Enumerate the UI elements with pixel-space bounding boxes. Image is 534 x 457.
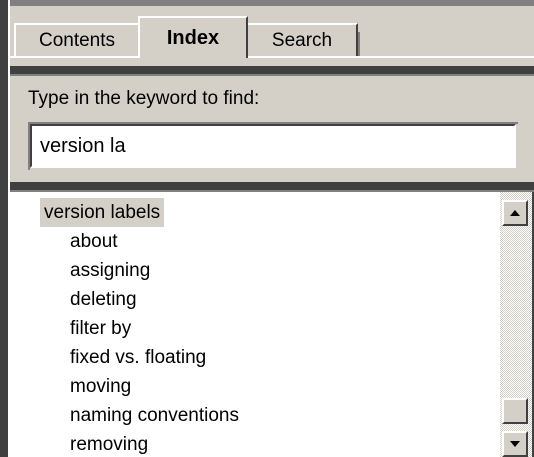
list-item[interactable]: filter by bbox=[70, 314, 131, 343]
list-item[interactable]: removing bbox=[70, 430, 148, 457]
tab-contents[interactable]: Contents bbox=[14, 23, 140, 57]
separator-top-shadow bbox=[10, 74, 534, 76]
top-border bbox=[0, 0, 534, 6]
list-item[interactable]: version labels bbox=[40, 198, 165, 227]
list-item[interactable]: assigning bbox=[70, 256, 150, 285]
tab-search-label: Search bbox=[271, 30, 333, 51]
keyword-input[interactable] bbox=[30, 124, 516, 168]
tab-search[interactable]: Search bbox=[246, 23, 358, 57]
tab-strip-edge bbox=[358, 32, 360, 56]
scroll-down-button[interactable] bbox=[502, 431, 528, 457]
list-item[interactable]: moving bbox=[70, 372, 131, 401]
tab-index[interactable]: Index bbox=[138, 16, 248, 58]
list-item[interactable]: naming conventions bbox=[70, 401, 239, 430]
separator-list bbox=[10, 182, 534, 190]
arrow-down-icon bbox=[509, 435, 521, 453]
list-item[interactable]: deleting bbox=[70, 285, 137, 314]
index-list[interactable]: version labels about assigning deleting … bbox=[10, 192, 500, 457]
help-index-pane: Contents Search Index Type in the keywor… bbox=[0, 0, 534, 457]
left-border bbox=[0, 0, 8, 457]
scroll-up-button[interactable] bbox=[502, 200, 528, 226]
tab-contents-label: Contents bbox=[38, 30, 116, 51]
scroll-thumb[interactable] bbox=[502, 398, 528, 424]
list-item[interactable]: about bbox=[70, 227, 118, 256]
vertical-scrollbar[interactable] bbox=[500, 192, 534, 457]
separator-top bbox=[10, 66, 534, 74]
keyword-prompt-label: Type in the keyword to find: bbox=[28, 88, 260, 109]
arrow-up-icon bbox=[509, 204, 521, 222]
list-item[interactable]: fixed vs. floating bbox=[70, 343, 206, 372]
tab-strip-line bbox=[10, 56, 534, 58]
tab-index-label: Index bbox=[166, 26, 220, 49]
